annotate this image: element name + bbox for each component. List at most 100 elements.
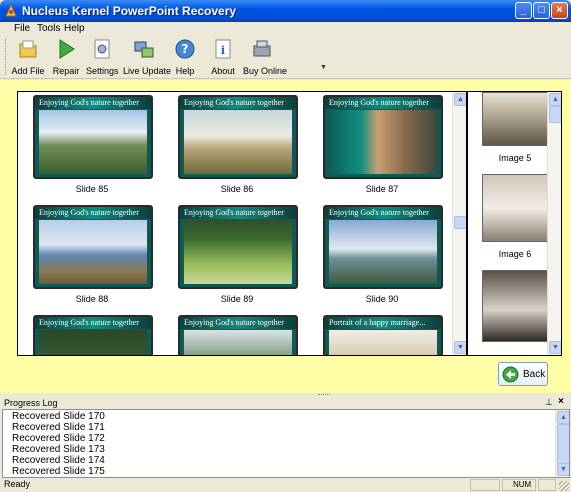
slide-panel-scrollbar[interactable]: ▲ ▼	[452, 92, 466, 355]
scrollbar-thumb[interactable]	[549, 106, 561, 123]
minimize-button[interactable]: _	[515, 2, 532, 19]
slide-caption: Enjoying God's nature together	[39, 98, 139, 107]
slide-photo	[329, 330, 437, 355]
slide-caption: Enjoying God's nature together	[184, 318, 284, 327]
slide-thumbnail[interactable]: Enjoying God's nature together	[33, 315, 153, 355]
slide-preview: Enjoying God's nature together	[178, 205, 298, 289]
slide-photo	[184, 110, 292, 174]
image-preview	[482, 92, 548, 146]
image-thumbnail[interactable]: Image 5	[482, 92, 548, 163]
image-label: Image 5	[498, 153, 532, 163]
progress-log-list[interactable]: Recovered Slide 170 Recovered Slide 171 Re…	[2, 409, 570, 478]
menu-file[interactable]: File	[14, 23, 30, 34]
about-label: About	[211, 66, 235, 76]
scrollbar-thumb[interactable]	[454, 216, 466, 229]
repair-button[interactable]: Repair	[51, 38, 81, 76]
slide-thumbnail[interactable]: Enjoying God's nature together Slide 89	[178, 205, 298, 304]
image-panel-scrollbar[interactable]: ▲ ▼	[547, 92, 561, 355]
status-text: Ready	[4, 479, 31, 489]
scrollbar-thumb[interactable]	[557, 424, 569, 464]
log-line: Recovered Slide 173	[12, 444, 105, 455]
settings-label: Settings	[86, 66, 119, 76]
scroll-up-arrow-icon[interactable]: ▲	[557, 411, 569, 424]
image-preview	[482, 174, 548, 242]
close-icon[interactable]: ×	[558, 396, 564, 407]
toolbar-grip[interactable]	[5, 39, 9, 75]
slide-preview: Enjoying God's nature together	[33, 315, 153, 355]
status-bar: Ready NUM	[0, 478, 571, 492]
progress-log-header: Progress Log ⊥ ×	[0, 396, 571, 409]
slide-caption: Enjoying God's nature together	[39, 318, 139, 327]
slide-caption: Enjoying God's nature together	[184, 208, 284, 217]
slide-thumbnail[interactable]: Enjoying God's nature together Slide 86	[178, 95, 298, 194]
log-line: Recovered Slide 172	[12, 433, 105, 444]
settings-button[interactable]: Settings	[86, 38, 119, 76]
close-icon: ×	[556, 4, 563, 16]
scroll-up-arrow-icon[interactable]: ▲	[549, 93, 561, 106]
status-box	[470, 479, 500, 491]
live-update-label: Live Update	[123, 66, 172, 76]
scroll-down-arrow-icon[interactable]: ▼	[454, 341, 466, 354]
num-lock-indicator: NUM	[502, 479, 536, 491]
slide-thumbnail[interactable]: Enjoying God's nature together Slide 87	[323, 95, 443, 194]
buy-online-label: Buy Online	[243, 66, 288, 76]
help-button[interactable]: ? Help	[172, 38, 198, 76]
back-button[interactable]: Back	[498, 362, 548, 386]
log-line: Recovered Slide 170	[12, 411, 105, 422]
slide-thumbnail[interactable]: Portrait of a happy marriage...	[323, 315, 443, 355]
slide-preview: Enjoying God's nature together	[33, 205, 153, 289]
live-update-button[interactable]: Live Update	[123, 38, 172, 76]
slide-label: Slide 90	[365, 294, 399, 304]
menu-tools[interactable]: Tools	[37, 23, 60, 34]
about-button[interactable]: i About	[209, 38, 237, 76]
back-label: Back	[523, 369, 546, 380]
image-thumbnail[interactable]: Image 6	[482, 174, 548, 259]
add-file-button[interactable]: Add File	[11, 38, 45, 76]
svg-text:i: i	[221, 44, 225, 57]
slide-preview: Enjoying God's nature together	[33, 95, 153, 179]
slide-thumbnail[interactable]: Enjoying God's nature together	[178, 315, 298, 355]
image-label: Image 6	[498, 249, 532, 259]
slide-label: Slide 85	[75, 184, 109, 194]
maximize-button[interactable]: □	[533, 2, 550, 19]
chevron-down-icon[interactable]: ▼	[320, 64, 327, 71]
menu-bar: File Tools Help	[0, 22, 571, 36]
menu-help[interactable]: Help	[64, 23, 85, 34]
slide-label: Slide 89	[220, 294, 254, 304]
slide-thumbnail[interactable]: Enjoying God's nature together Slide 90	[323, 205, 443, 304]
maximize-icon: □	[538, 4, 545, 16]
add-file-icon	[19, 40, 37, 58]
slide-label: Slide 87	[365, 184, 399, 194]
repair-play-icon	[59, 39, 75, 59]
log-line: Recovered Slide 171	[12, 422, 105, 433]
slide-caption: Enjoying God's nature together	[329, 208, 429, 217]
slide-caption: Portrait of a happy marriage...	[329, 318, 426, 327]
slide-thumbnail[interactable]: Enjoying God's nature together Slide 88	[33, 205, 153, 304]
slide-preview: Enjoying God's nature together	[323, 205, 443, 289]
add-file-label: Add File	[11, 66, 45, 76]
close-button[interactable]: ×	[551, 2, 568, 19]
slide-thumbnail-panel[interactable]: Enjoying God's nature together Slide 85 En…	[17, 91, 467, 356]
about-icon: i	[215, 39, 231, 59]
window-title: Nucleus Kernel PowerPoint Recovery	[22, 4, 237, 18]
scroll-up-arrow-icon[interactable]: ▲	[454, 93, 466, 106]
scroll-down-arrow-icon[interactable]: ▼	[549, 341, 561, 354]
live-update-icon	[134, 41, 154, 58]
slide-label: Slide 88	[75, 294, 109, 304]
scroll-down-arrow-icon[interactable]: ▼	[557, 463, 569, 476]
log-scrollbar[interactable]: ▲ ▼	[555, 410, 569, 477]
resize-grip[interactable]	[559, 481, 569, 491]
slide-photo	[39, 110, 147, 174]
svg-text:?: ?	[182, 42, 189, 56]
slide-label: Slide 86	[220, 184, 254, 194]
slide-thumbnail[interactable]: Enjoying God's nature together Slide 85	[33, 95, 153, 194]
toolbar: Add File Repair Settings Live Update ? H…	[0, 36, 571, 79]
buy-online-button[interactable]: Buy Online	[243, 38, 288, 76]
image-thumbnail[interactable]	[482, 270, 548, 342]
progress-log-title: Progress Log	[4, 398, 58, 408]
image-thumbnail-panel[interactable]: Image 5 Image 6 ▲ ▼	[467, 91, 562, 356]
log-line: Recovered Slide 175	[12, 466, 105, 477]
slide-photo	[184, 330, 292, 355]
pin-icon[interactable]: ⊥	[545, 397, 553, 408]
title-bar[interactable]: Nucleus Kernel PowerPoint Recovery _ □ ×	[0, 0, 571, 22]
